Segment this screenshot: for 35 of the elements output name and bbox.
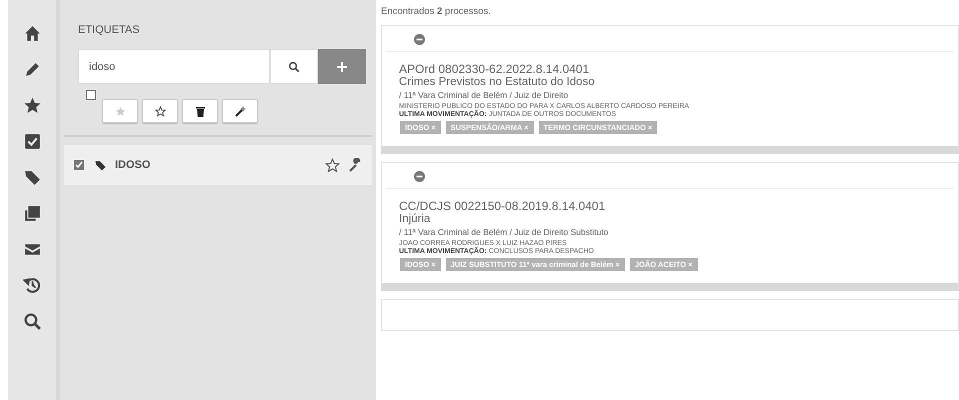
court-text: / 11ª Vara Criminal de Belém / Juiz de Direito (398, 90, 570, 100)
collapse-icon[interactable] (414, 34, 425, 45)
tag-label[interactable]: IDOSO (115, 159, 317, 171)
search-field[interactable]: idoso (78, 49, 270, 84)
copy-icon[interactable] (22, 204, 42, 223)
results-summary: Encontrados 2 processos. (381, 6, 492, 17)
search-button[interactable] (270, 49, 318, 84)
process-subject: Crimes Previstos no Estatuto do Idoso (398, 76, 596, 88)
collapse-icon[interactable] (414, 171, 425, 182)
star-button[interactable] (102, 99, 138, 123)
star-icon (114, 106, 126, 116)
star-icon[interactable] (22, 96, 42, 115)
process-number[interactable]: CC/DCJS 0022150-08.2019.8.14.0401 (386, 199, 954, 213)
tag-icon[interactable] (22, 168, 42, 187)
search-icon[interactable] (22, 312, 42, 331)
plus-icon (336, 60, 348, 72)
panel-title: ETIQUETAS (77, 23, 141, 36)
wand-icon (234, 106, 246, 116)
star-outline-icon[interactable] (325, 158, 340, 172)
process-number[interactable]: APOrd 0802330-62.2022.8.14.0401 (386, 62, 954, 76)
history-icon[interactable] (22, 276, 42, 295)
process-subject: Injúria (398, 213, 432, 225)
search-icon (288, 60, 300, 72)
court-text: / 11ª Vara Criminal de Belém / Juiz de Direito Substituto (398, 227, 610, 237)
add-button[interactable] (318, 49, 366, 84)
wrench-icon[interactable] (348, 158, 362, 172)
checkbox-icon[interactable] (22, 132, 42, 151)
checkbox[interactable] (86, 90, 96, 100)
trash-button[interactable] (182, 99, 218, 123)
star-outline-icon (154, 106, 166, 116)
tag-icon (94, 158, 107, 172)
home-icon[interactable] (22, 24, 42, 43)
trash-icon (196, 106, 204, 116)
checkbox[interactable] (74, 160, 84, 170)
star-outline-button[interactable] (142, 99, 178, 123)
